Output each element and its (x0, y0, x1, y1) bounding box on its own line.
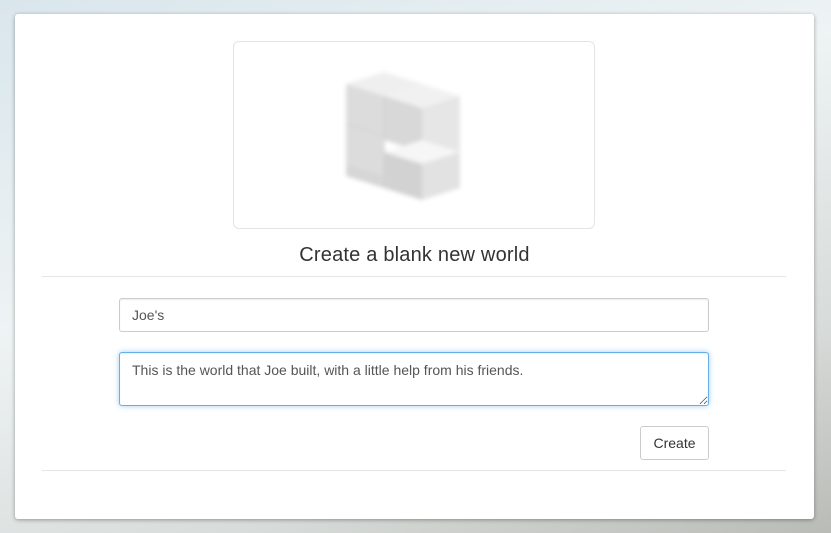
create-world-panel: Create a blank new world This is the wor… (15, 14, 814, 519)
divider (42, 470, 786, 471)
world-name-input[interactable] (119, 298, 709, 332)
page-title: Create a blank new world (299, 244, 530, 266)
divider (42, 276, 786, 277)
world-description-textarea[interactable]: This is the world that Joe built, with a… (119, 352, 709, 406)
create-button[interactable]: Create (640, 426, 709, 460)
world-preview-thumbnail (233, 41, 595, 229)
cube-blocks-icon (345, 72, 460, 200)
